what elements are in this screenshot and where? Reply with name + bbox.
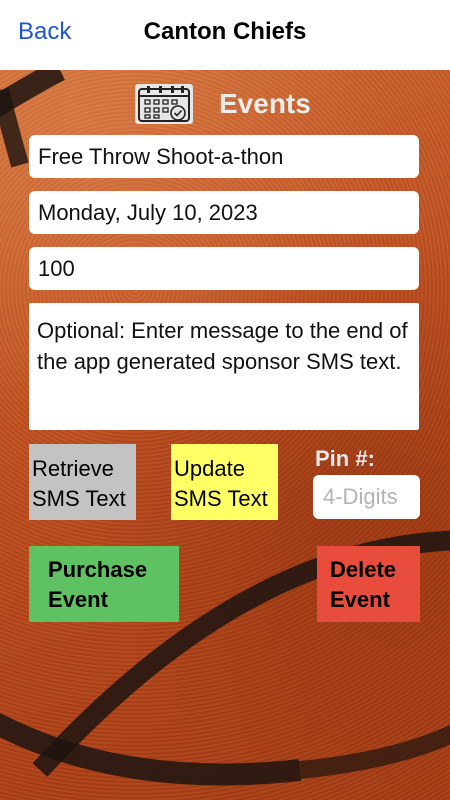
navigation-bar: Back Canton Chiefs [0,0,450,70]
screen: Back Canton Chiefs Events Free Throw Sho… [0,0,450,800]
delete-button-line1: Delete [330,557,397,582]
update-button-line1: Update [174,456,245,481]
page-title: Events [219,88,311,119]
event-date-field[interactable]: Monday, July 10, 2023 [29,191,419,234]
delete-button-line2: Event [330,587,390,612]
purchase-event-button[interactable]: Purchase Event [29,546,179,622]
update-sms-text-button[interactable]: Update SMS Text [171,444,278,520]
events-header: Events [135,82,311,126]
purchase-button-line1: Purchase [48,557,148,582]
delete-event-button[interactable]: Delete Event [317,546,420,622]
retrieve-sms-text-button[interactable]: Retrieve SMS Text [29,444,136,520]
nav-title: Canton Chiefs [143,18,307,45]
pin-label: Pin #: [315,446,375,471]
basketball-seams [0,70,450,786]
retrieve-button-line1: Retrieve [32,456,114,481]
sms-message-field[interactable]: Optional: Enter message to the end of th… [29,303,419,430]
retrieve-button-line2: SMS Text [32,486,126,511]
purchase-button-line2: Event [48,587,108,612]
pin-input[interactable]: 4-Digits [313,475,420,519]
amount-field[interactable]: 100 [29,247,419,290]
update-button-line2: SMS Text [174,486,268,511]
event-name-field[interactable]: Free Throw Shoot-a-thon [29,135,419,178]
basketball-background [0,70,450,800]
calendar-icon [135,84,193,124]
